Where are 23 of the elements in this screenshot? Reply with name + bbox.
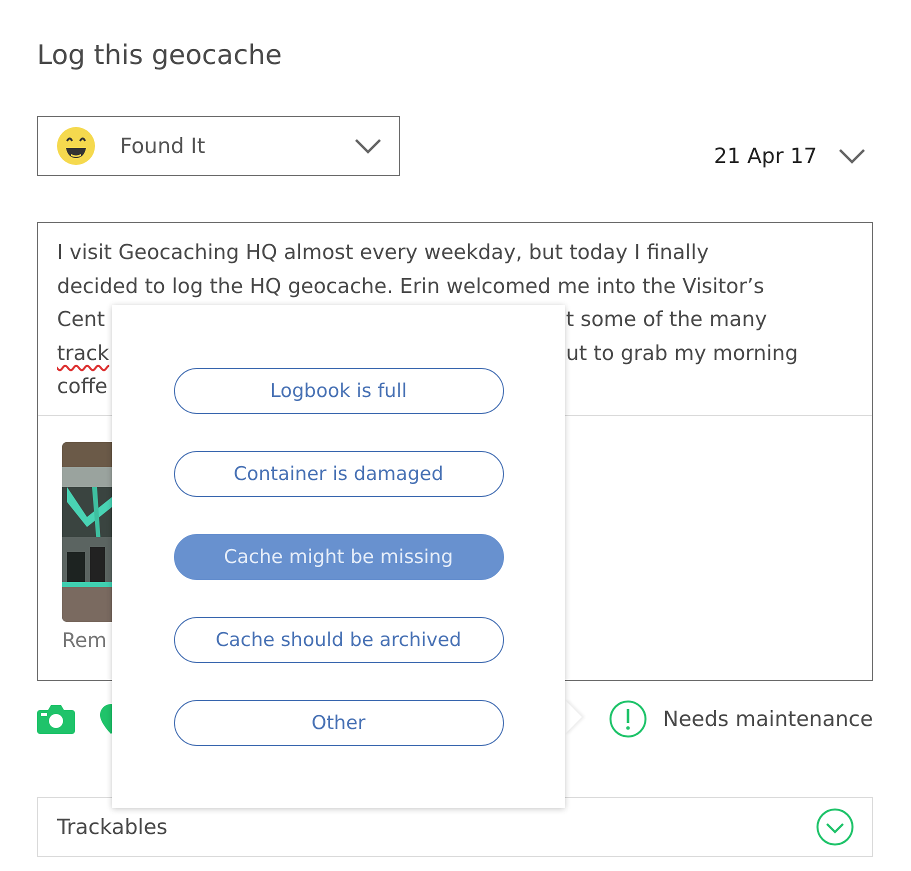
exclamation-icon bbox=[608, 700, 647, 738]
smiley-icon bbox=[56, 126, 96, 166]
log-type-dropdown[interactable]: Found It bbox=[37, 116, 400, 176]
log-text: decided to log the HQ geocache. Erin welcomed me into the Visitor’s bbox=[57, 272, 764, 300]
log-text: track bbox=[57, 340, 110, 366]
chevron-down-icon bbox=[839, 148, 865, 164]
date-picker[interactable]: 21 Apr 17 bbox=[714, 144, 873, 168]
option-button[interactable]: Cache should be archived bbox=[174, 617, 504, 663]
log-text: ut to grab my morning bbox=[566, 340, 798, 366]
option-button[interactable]: Logbook is full bbox=[174, 368, 504, 414]
log-text: Cent bbox=[57, 306, 105, 333]
option-button[interactable]: Other bbox=[174, 700, 504, 746]
log-text: I visit Geocaching HQ almost every weekday, but today I finally bbox=[57, 239, 709, 266]
log-text: t some of the many bbox=[566, 306, 767, 333]
photo-caption: Rem bbox=[62, 628, 107, 652]
chevron-down-icon[interactable] bbox=[816, 808, 854, 846]
trackables-label: Trackables bbox=[57, 815, 168, 839]
option-button[interactable]: Container is damaged bbox=[174, 451, 504, 497]
chevron-down-icon bbox=[355, 138, 381, 154]
camera-icon[interactable] bbox=[37, 704, 75, 734]
log-text: coffe bbox=[57, 373, 108, 400]
needs-maintenance-button[interactable]: Needs maintenance bbox=[608, 700, 873, 738]
page-title: Log this geocache bbox=[37, 40, 283, 73]
